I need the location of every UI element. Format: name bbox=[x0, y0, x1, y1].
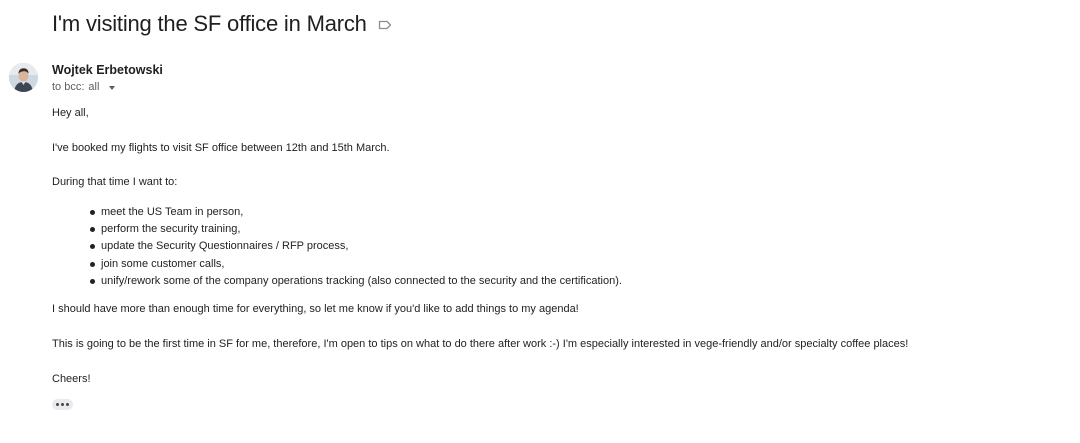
bullet-icon bbox=[90, 227, 95, 233]
avatar[interactable] bbox=[9, 63, 38, 92]
recipients-value: all bbox=[88, 81, 100, 93]
body-paragraph-during: During that time I want to: bbox=[52, 176, 178, 188]
recipients-toggle[interactable]: to bcc: all bbox=[52, 80, 163, 94]
agenda-list: meet the US Team in person, perform the … bbox=[52, 204, 622, 290]
body-greeting: Hey all, bbox=[52, 107, 89, 119]
subject-row: I'm visiting the SF office in March bbox=[52, 10, 393, 38]
body-signoff: Cheers! bbox=[52, 373, 91, 385]
list-item: meet the US Team in person, bbox=[52, 204, 622, 221]
sender-name[interactable]: Wojtek Erbetowski bbox=[52, 62, 163, 78]
bullet-icon bbox=[90, 210, 95, 215]
list-item: perform the security training, bbox=[52, 221, 622, 238]
list-item: update the Security Questionnaires / RFP… bbox=[52, 238, 622, 255]
body-paragraph-agenda: I should have more than enough time for … bbox=[52, 303, 579, 315]
recipients-prefix: to bcc: bbox=[52, 81, 85, 93]
more-horizontal-icon bbox=[56, 403, 59, 406]
bullet-icon bbox=[90, 278, 95, 284]
email-view: I'm visiting the SF office in March Wojt… bbox=[0, 0, 1080, 443]
caret-down-icon[interactable] bbox=[109, 86, 116, 90]
list-item: join some customer calls, bbox=[52, 256, 622, 273]
body-paragraph-tips: This is going to be the first time in SF… bbox=[52, 338, 909, 350]
sender-block: Wojtek Erbetowski to bcc: all bbox=[52, 62, 163, 94]
bullet-icon bbox=[90, 261, 95, 267]
show-trimmed-content-button[interactable] bbox=[52, 399, 73, 410]
bullet-icon bbox=[90, 244, 95, 250]
email-subject: I'm visiting the SF office in March bbox=[52, 11, 367, 36]
list-item: unify/rework some of the company operati… bbox=[52, 273, 622, 290]
label-outline-icon[interactable] bbox=[377, 17, 393, 33]
body-paragraph-booked: I've booked my flights to visit SF offic… bbox=[52, 142, 390, 154]
